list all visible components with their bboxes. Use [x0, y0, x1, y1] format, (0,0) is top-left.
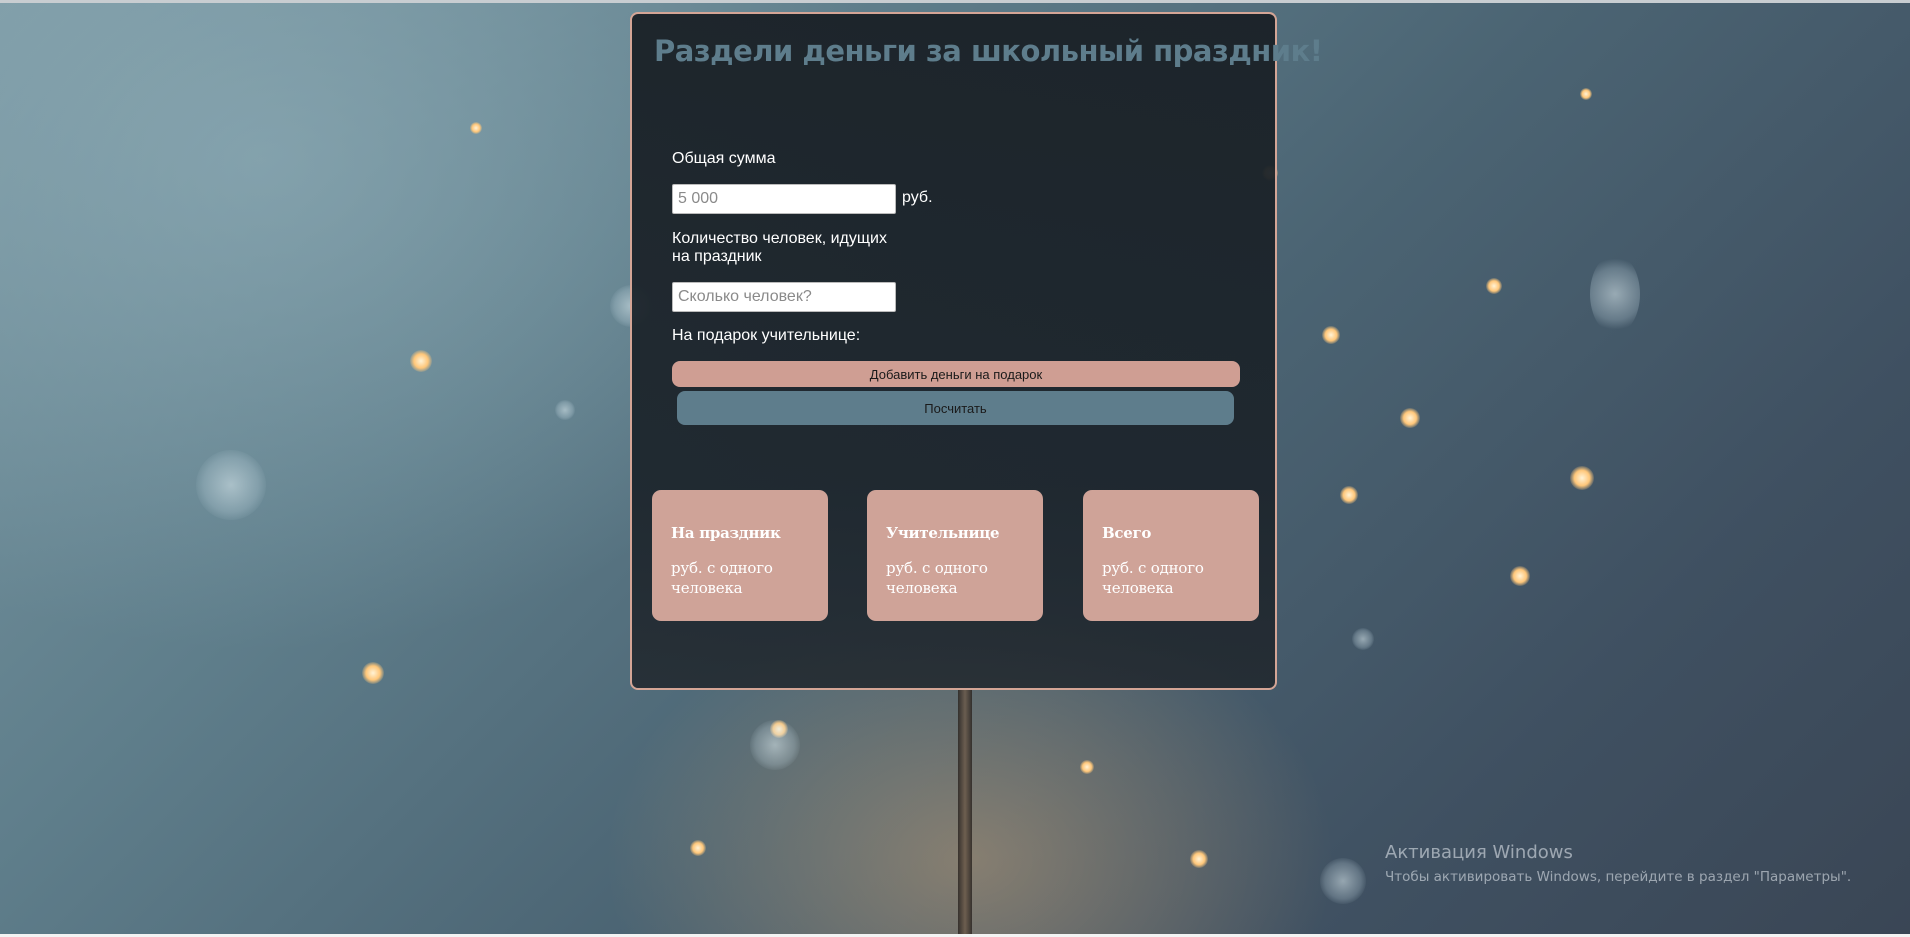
people-count-input[interactable] — [672, 282, 896, 312]
bokeh-light — [470, 122, 482, 134]
bokeh-light — [362, 662, 384, 684]
page-title: Раздели деньги за школьный праздник! — [654, 34, 1323, 68]
result-title: Всего — [1102, 524, 1152, 542]
bokeh-light — [750, 720, 800, 770]
people-count-label: Количество человек, идущих на праздник — [672, 230, 887, 266]
result-card-total: Всего руб. с одного человека — [1083, 490, 1259, 621]
bokeh-light — [1580, 88, 1592, 100]
bokeh-light — [1340, 486, 1358, 504]
watermark-subtitle: Чтобы активировать Windows, перейдите в … — [1385, 869, 1852, 885]
bokeh-light — [770, 720, 788, 738]
calculate-button[interactable]: Посчитать — [677, 391, 1234, 425]
windows-activation-watermark: Активация Windows Чтобы активировать Win… — [1385, 842, 1851, 885]
bokeh-light — [555, 400, 575, 420]
result-title: Учительнице — [886, 524, 1000, 542]
result-text-line1: руб. с одного — [1102, 559, 1204, 577]
bokeh-light — [1590, 254, 1640, 334]
bokeh-light — [1190, 850, 1208, 868]
result-text-line1: руб. с одного — [671, 559, 773, 577]
total-amount-label: Общая сумма — [672, 150, 776, 167]
result-card-party: На праздник руб. с одного человека — [652, 490, 828, 621]
result-text: руб. с одного человека — [1102, 558, 1241, 598]
bokeh-light — [1322, 326, 1340, 344]
bokeh-light — [196, 450, 266, 520]
people-count-label-line1: Количество человек, идущих — [672, 230, 887, 247]
bokeh-light — [1570, 466, 1594, 490]
bokeh-light — [1080, 760, 1094, 774]
bokeh-light — [1400, 408, 1420, 428]
result-title: На праздник — [671, 524, 781, 542]
result-text: руб. с одного человека — [671, 558, 810, 598]
calculator-panel: Раздели деньги за школьный праздник! Общ… — [630, 12, 1323, 690]
bokeh-light — [1486, 278, 1502, 294]
teacher-gift-label: На подарок учительнице: — [672, 327, 861, 344]
result-text-line2: человека — [671, 579, 743, 597]
result-text-line2: человека — [886, 579, 958, 597]
bokeh-light — [1352, 628, 1374, 650]
people-count-label-line2: на праздник — [672, 248, 762, 265]
sparkler-stick — [958, 690, 972, 937]
browser-top-border — [0, 0, 1910, 3]
bokeh-light — [690, 840, 706, 856]
add-gift-money-button[interactable]: Добавить деньги на подарок — [672, 361, 1240, 387]
bokeh-light — [1320, 858, 1366, 904]
result-text-line2: человека — [1102, 579, 1174, 597]
result-text: руб. с одного человека — [886, 558, 1025, 598]
watermark-title: Активация Windows — [1385, 842, 1573, 863]
bokeh-light — [1510, 566, 1530, 586]
result-text-line1: руб. с одного — [886, 559, 988, 577]
total-amount-unit: руб. — [902, 189, 933, 206]
result-card-teacher: Учительнице руб. с одного человека — [867, 490, 1043, 621]
total-amount-input[interactable] — [672, 184, 896, 214]
bokeh-light — [410, 350, 432, 372]
